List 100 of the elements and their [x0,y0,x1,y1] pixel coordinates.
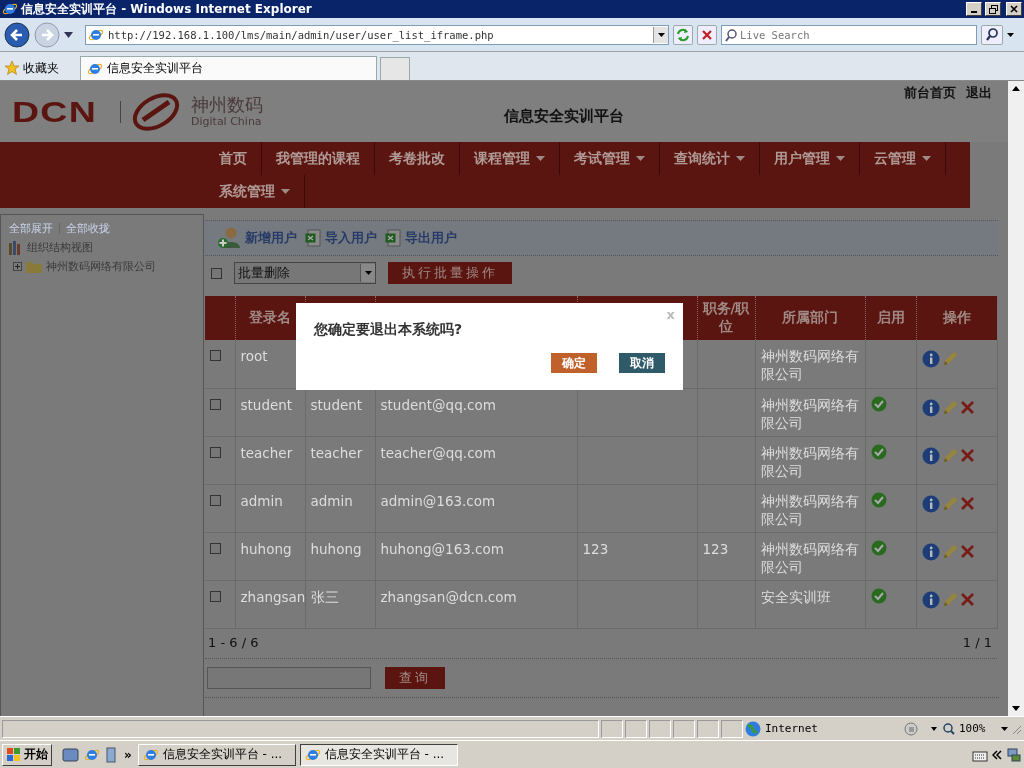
back-button[interactable] [4,21,30,48]
nav-item[interactable]: 云管理 [860,142,946,175]
dialog-button[interactable]: 取消 [619,353,665,373]
close-icon [1010,5,1018,13]
caret-icon [836,156,845,161]
taskbar-item[interactable]: 信息安全实训平台 - ... [299,743,458,766]
check-circle-icon [870,539,887,556]
logo-text: 神州数码 [191,95,263,115]
dropdown-icon[interactable] [1001,726,1008,731]
info-icon[interactable] [921,350,940,368]
nav-item[interactable]: 查询统计 [660,142,760,175]
search-icon [986,28,998,41]
dialog-button[interactable]: 确定 [551,353,597,373]
start-button[interactable]: 开始 [2,743,52,766]
chevron-icon[interactable] [992,749,1002,760]
toolbar-action[interactable]: 新增用户 [217,226,297,250]
checkbox[interactable] [211,267,222,279]
status-panel [625,719,647,738]
info-icon[interactable] [921,494,940,513]
table-cell: admin [240,492,283,509]
info-icon[interactable] [921,446,940,465]
new-tab-button[interactable] [380,57,410,80]
delete-icon[interactable] [959,448,975,463]
checkbox[interactable] [210,398,221,410]
delete-icon[interactable] [959,592,975,607]
checkbox[interactable] [210,446,221,458]
table-cell: 神州数码网络有限公司 [760,444,859,479]
batch-button[interactable]: 执行批量操作 [388,262,512,284]
desktop-icon[interactable] [62,746,80,763]
search-field[interactable] [207,666,371,689]
dropdown-icon[interactable] [1007,32,1014,37]
column-header: 操作 [942,309,971,325]
delete-icon[interactable] [959,544,975,559]
delete-icon[interactable] [959,400,975,415]
app-icon [2,1,18,17]
refresh-button[interactable] [673,24,693,45]
info-icon[interactable] [921,542,940,561]
zoom-control[interactable]: 100% [943,719,999,738]
checkbox[interactable] [210,590,221,602]
nav-item[interactable]: 首页 [205,142,262,175]
zoom-icon [943,722,955,735]
checkbox[interactable] [210,350,221,361]
folder-icon [26,260,42,273]
network-icon[interactable] [1006,746,1022,763]
search-button[interactable]: 查询 [385,666,445,689]
browser-tab[interactable]: 信息安全实训平台 [80,56,377,80]
checkbox[interactable] [210,494,221,506]
header-link[interactable]: 退出 [966,84,992,102]
checkbox[interactable] [210,542,221,554]
table-cell: teacher@qq.com [380,444,496,461]
column-header: 所属部门 [782,309,838,325]
nav-item[interactable]: 我管理的课程 [262,142,375,175]
globe-icon [745,720,761,737]
more-button[interactable]: » [124,747,132,762]
minimize-button[interactable] [966,2,982,16]
status-panel [649,719,671,738]
refresh-icon [676,27,690,42]
caret-icon [536,156,545,161]
table-cell: huhong [310,540,362,557]
table-cell: zhangsan [240,588,306,605]
header-link[interactable]: 前台首页 [904,84,956,102]
table-cell: 神州数码网络有限公司 [760,492,859,527]
table-cell: admin@163.com [380,492,496,509]
nav-item[interactable]: 考试管理 [560,142,660,175]
search-button[interactable] [981,24,1003,45]
info-icon[interactable] [921,590,940,609]
status-panel [673,719,695,738]
info-icon[interactable] [921,398,940,417]
collapse-all-link[interactable]: 全部收拢 [66,221,110,236]
site-title: 信息安全实训平台 [504,107,624,126]
search-field[interactable]: Live Search [721,24,977,45]
batch-select[interactable]: 批量删除 [234,262,376,284]
dropdown-button[interactable] [653,26,668,43]
books-icon [9,240,23,255]
expand-icon[interactable] [13,262,22,271]
table-cell: teacher [310,444,363,461]
nav-item[interactable]: 系统管理 [205,175,305,208]
table-cell: 神州数码网络有限公司 [760,348,859,382]
windows-icon [6,746,22,763]
toolbar-action[interactable]: 导出用户 [385,229,457,247]
spreadsheet-icon [385,229,401,247]
status-panel [601,719,623,738]
nav-item[interactable]: 用户管理 [760,142,860,175]
caret-icon [922,156,931,161]
taskbar-item[interactable]: 信息安全实训平台 - ... [137,743,296,766]
restore-icon [988,4,998,14]
nav-item[interactable]: 课程管理 [460,142,560,175]
delete-icon[interactable] [959,496,975,511]
stop-button[interactable] [697,24,717,45]
favorites-button[interactable]: 收藏夹 [4,56,80,80]
table-cell: huhong@163.com [380,540,504,557]
nav-item[interactable]: 考卷批改 [375,142,460,175]
expand-all-link[interactable]: 全部展开 [9,221,53,236]
toolbar-action[interactable]: 导入用户 [305,229,377,247]
check-circle-icon [870,587,887,604]
address-field[interactable]: http://192.168.1.100/lms/main/admin/user/user_list_iframe.php [85,24,669,45]
dropdown-icon[interactable] [64,31,73,38]
caret-icon [657,32,665,37]
restore-button[interactable] [985,2,1001,16]
close-button[interactable] [1006,2,1022,16]
